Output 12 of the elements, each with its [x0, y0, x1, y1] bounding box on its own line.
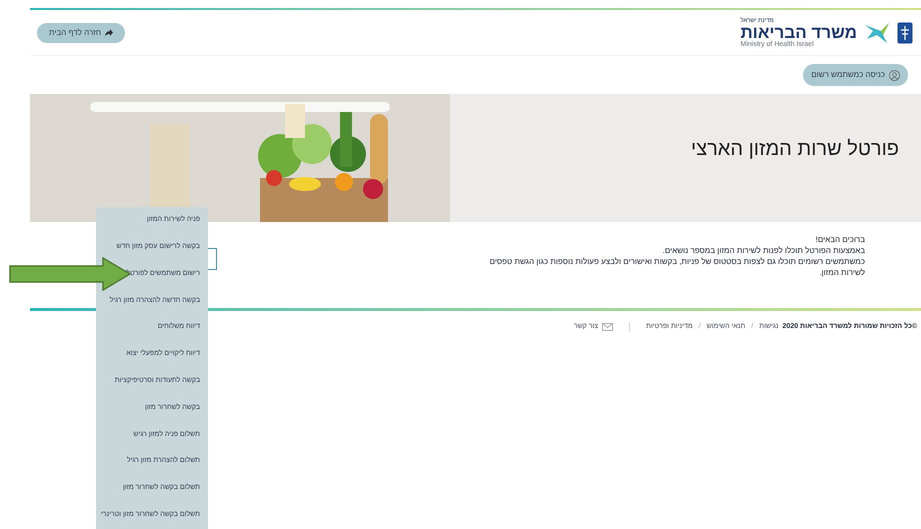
home-button[interactable]: חזרה לדף הבית — [37, 22, 126, 42]
logo-title: משרד הבריאות — [740, 24, 857, 40]
user-icon — [889, 70, 900, 80]
flag-icon — [865, 22, 889, 42]
welcome-text: באמצעות הפורטל תוכלו לפנות לשירות המזון במספר נושאים. — [662, 245, 865, 256]
welcome-text: כמשתמשים רשומים תוכלו גם לצפות בסטטוס של פניות, בקשות ואישורים ולבצע פעולות נוספות כגון הגשת טפסים לשירות המזון. — [488, 256, 865, 278]
login-button[interactable]: כניסה כמשתמש רשום — [803, 64, 908, 86]
welcome-heading: ברוכים הבאים! — [814, 234, 865, 245]
mail-icon — [602, 323, 614, 332]
page-title: פורטל שרות המזון הארצי — [691, 137, 899, 162]
emblem-icon — [897, 22, 913, 44]
arrow-icon — [105, 29, 114, 36]
